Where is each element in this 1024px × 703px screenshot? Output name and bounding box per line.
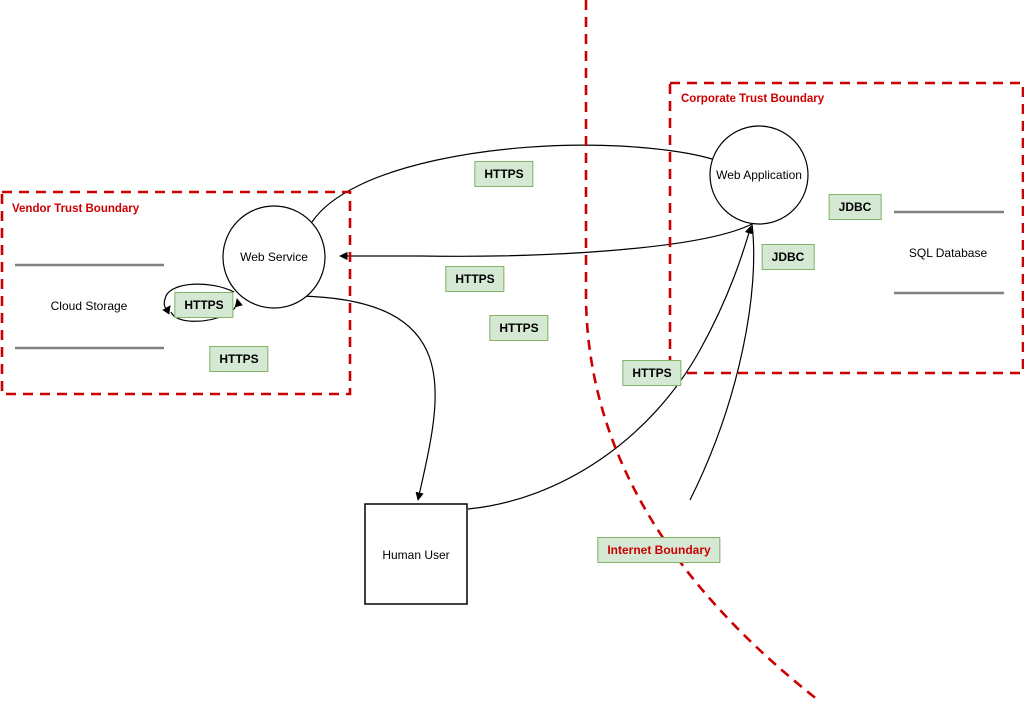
trust-boundaries-layer: [0, 0, 1024, 702]
flow-web-application-to-sql-database: [689, 223, 755, 501]
flow-https-lower-center: HTTPS: [622, 360, 682, 386]
flow-https-vendor-lower: HTTPS: [209, 346, 269, 372]
flow-human-user-to-web-application: [467, 225, 753, 510]
boundary-corporate: [668, 81, 1024, 375]
node-web-application: [709, 125, 809, 225]
diagram-wires: [0, 0, 1024, 702]
diagram-canvas: Cloud Storage Web Service Web Application S…: [0, 0, 1024, 703]
flow-https-cloud-storage: HTTPS: [174, 292, 234, 318]
flow-web-application-to-web-service: [339, 223, 753, 261]
flow-jdbc-database: JDBC: [828, 194, 882, 220]
flow-jdbc-application: JDBC: [761, 244, 815, 270]
flow-arrows-layer: [162, 144, 755, 510]
boundary-internet: [584, 0, 819, 702]
flow-https-top-center: HTTPS: [474, 161, 534, 187]
node-human-user: [364, 503, 468, 605]
flow-web-service-to-human-user: [299, 295, 436, 501]
boundary-label-corporate: Corporate Trust Boundary: [681, 93, 825, 105]
flow-https-mid-center: HTTPS: [489, 315, 549, 341]
boundary-label-vendor: Vendor Trust Boundary: [12, 203, 140, 215]
boundary-tag-internet: Internet Boundary: [597, 537, 721, 563]
node-web-service: [222, 205, 326, 309]
flow-https-mid-left: HTTPS: [445, 266, 505, 292]
